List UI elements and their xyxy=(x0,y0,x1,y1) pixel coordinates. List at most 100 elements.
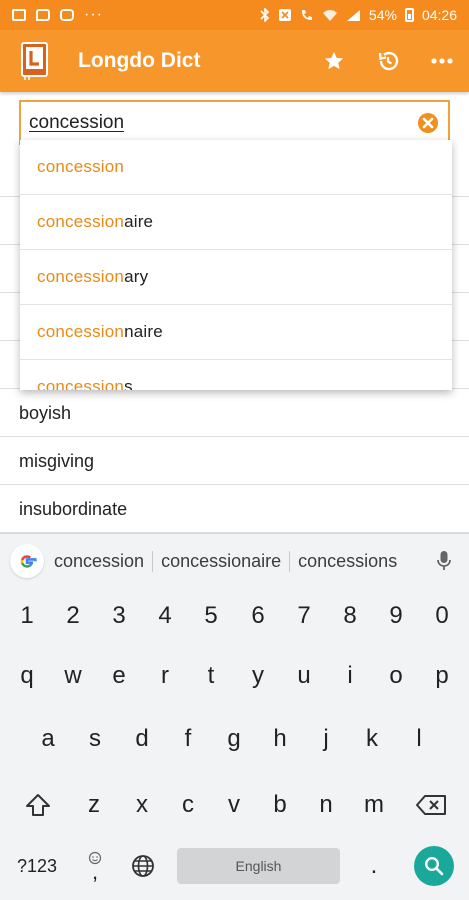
key-g[interactable]: g xyxy=(212,712,256,766)
clock: 04:26 xyxy=(421,7,457,23)
key-d[interactable]: d xyxy=(120,712,164,766)
key-k[interactable]: k xyxy=(350,712,394,766)
suggestion-match: concession xyxy=(37,267,125,286)
key-i[interactable]: i xyxy=(328,649,372,703)
history-item[interactable]: boyish xyxy=(0,390,469,437)
key-4[interactable]: 4 xyxy=(143,589,187,643)
key-2[interactable]: 2 xyxy=(51,589,95,643)
search-input[interactable] xyxy=(21,102,408,143)
voice-input-button[interactable] xyxy=(427,544,461,578)
key-x[interactable]: x xyxy=(120,778,164,832)
more-notifications-icon: ··· xyxy=(84,6,103,23)
comma-label: , xyxy=(91,859,99,884)
battery-icon xyxy=(404,8,414,22)
key-j[interactable]: j xyxy=(304,712,348,766)
key-7[interactable]: 7 xyxy=(282,589,326,643)
notification-icons: ··· xyxy=(12,7,103,23)
suggestion-item[interactable]: concession aire xyxy=(20,195,452,250)
key-8[interactable]: 8 xyxy=(328,589,372,643)
longdo-logo-icon xyxy=(20,41,50,81)
key-o[interactable]: o xyxy=(374,649,418,703)
key-f[interactable]: f xyxy=(166,712,210,766)
app-title: Longdo Dict xyxy=(78,49,201,72)
key-m[interactable]: m xyxy=(350,778,398,832)
suggestion-rest: naire xyxy=(124,322,163,341)
key-z[interactable]: z xyxy=(72,778,116,832)
letter-row-3: z x c v b n m xyxy=(0,778,469,838)
suggestion-rest: s xyxy=(124,377,133,390)
keyboard-suggestion[interactable]: concession xyxy=(46,550,154,572)
battery-percent: 54% xyxy=(368,7,397,23)
suggestion-rest: aire xyxy=(124,212,154,231)
key-u[interactable]: u xyxy=(282,649,326,703)
app-bar: Longdo Dict xyxy=(0,30,469,92)
search-key[interactable] xyxy=(408,839,460,893)
comma-key[interactable]: , xyxy=(72,839,118,893)
keyboard-suggestion-strip: concession concessionaire concessions xyxy=(0,534,469,588)
key-6[interactable]: 6 xyxy=(236,589,280,643)
key-w[interactable]: w xyxy=(51,649,95,703)
period-key[interactable]: . xyxy=(352,839,396,893)
suggestion-item[interactable]: concession s xyxy=(20,360,452,390)
google-icon[interactable] xyxy=(10,544,44,578)
keyboard-suggestion[interactable]: concessions xyxy=(290,551,405,572)
key-n[interactable]: n xyxy=(304,778,348,832)
history-item-label: misgiving xyxy=(19,450,95,471)
key-t[interactable]: t xyxy=(189,649,233,703)
key-r[interactable]: r xyxy=(143,649,187,703)
bottom-row: ?123 , English . xyxy=(0,839,469,899)
history-item[interactable]: insubordinate xyxy=(0,486,469,533)
search-key-bg xyxy=(414,846,454,886)
soft-keyboard: concession concessionaire concessions 1 … xyxy=(0,533,469,900)
clear-search-button[interactable] xyxy=(408,103,448,143)
suggestion-item[interactable]: concession naire xyxy=(20,305,452,360)
more-options-button[interactable] xyxy=(415,30,469,92)
mute-icon xyxy=(278,9,291,21)
app-screen: ··· 54% 04:26 Longdo Dict concession boy… xyxy=(0,0,469,900)
history-button[interactable] xyxy=(361,30,415,92)
space-key[interactable]: English xyxy=(177,848,340,884)
favorites-button[interactable] xyxy=(307,30,361,92)
status-bar: ··· 54% 04:26 xyxy=(0,0,469,30)
suggestion-item[interactable]: concession xyxy=(20,140,452,195)
key-c[interactable]: c xyxy=(166,778,210,832)
key-y[interactable]: y xyxy=(236,649,280,703)
more-icon xyxy=(431,58,453,64)
suggestion-match: concession xyxy=(37,212,125,231)
key-s[interactable]: s xyxy=(73,712,117,766)
clear-icon xyxy=(418,112,438,133)
key-b[interactable]: b xyxy=(258,778,302,832)
wifi-calling-icon xyxy=(301,10,312,20)
key-1[interactable]: 1 xyxy=(5,589,49,643)
key-9[interactable]: 9 xyxy=(374,589,418,643)
letter-row-1: q w e r t y u i o p xyxy=(0,649,469,709)
backspace-key[interactable] xyxy=(404,778,458,832)
number-row: 1 2 3 4 5 6 7 8 9 0 xyxy=(0,589,469,649)
search-box xyxy=(19,100,450,145)
suggestion-match: concession xyxy=(37,322,125,341)
language-key[interactable] xyxy=(120,839,166,893)
history-item[interactable]: misgiving xyxy=(0,438,469,485)
key-h[interactable]: h xyxy=(258,712,302,766)
key-5[interactable]: 5 xyxy=(189,589,233,643)
globe-icon xyxy=(132,855,154,877)
history-icon xyxy=(378,51,399,71)
key-e[interactable]: e xyxy=(97,649,141,703)
key-0[interactable]: 0 xyxy=(420,589,464,643)
shift-icon xyxy=(26,794,50,816)
suggestion-match: concession xyxy=(37,377,125,390)
keyboard-suggestion[interactable]: concessionaire xyxy=(153,550,291,572)
key-a[interactable]: a xyxy=(26,712,70,766)
star-icon xyxy=(324,51,344,70)
symbols-key[interactable]: ?123 xyxy=(6,839,68,893)
microphone-icon xyxy=(437,551,451,570)
key-l[interactable]: l xyxy=(397,712,441,766)
system-indicators: 54% 04:26 xyxy=(260,7,457,23)
key-3[interactable]: 3 xyxy=(97,589,141,643)
key-v[interactable]: v xyxy=(212,778,256,832)
search-icon xyxy=(424,856,444,876)
key-p[interactable]: p xyxy=(420,649,464,703)
shift-key[interactable] xyxy=(12,778,64,832)
key-q[interactable]: q xyxy=(5,649,49,703)
suggestion-item[interactable]: concession ary xyxy=(20,250,452,305)
